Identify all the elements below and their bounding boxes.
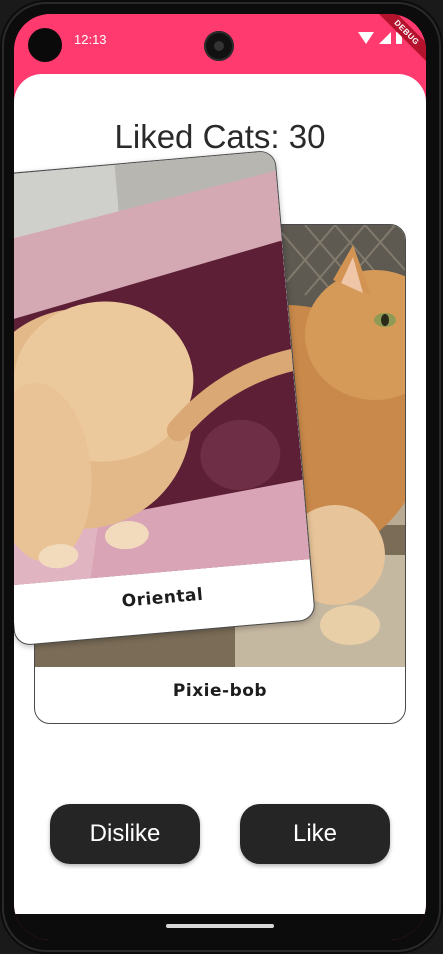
status-time: 12:13 [74,32,107,47]
cat-breed-label-back: Pixie-bob [172,681,268,701]
cat-breed-label-front: Oriental [120,584,205,612]
front-camera-cutout [28,28,62,62]
like-button[interactable]: Like [240,804,390,864]
cat-photo-oriental [14,150,310,586]
screen: 12:13 DEBUG Liked Cats: 30 Pixie-bob Ori… [14,14,426,940]
status-icons [358,32,402,44]
phone-frame: 12:13 DEBUG Liked Cats: 30 Pixie-bob Ori… [0,0,443,954]
cellular-signal-icon [379,32,391,44]
app-content: Liked Cats: 30 Pixie-bob Oriental Dislik… [14,74,426,914]
camera-lens-icon [204,31,234,61]
status-bar: 12:13 DEBUG [14,14,426,74]
dislike-button[interactable]: Dislike [50,804,200,864]
home-indicator[interactable] [166,924,274,928]
wifi-icon [358,32,374,44]
cat-card-front[interactable]: Oriental [14,149,316,647]
liked-count-title: Liked Cats: 30 [114,118,326,155]
